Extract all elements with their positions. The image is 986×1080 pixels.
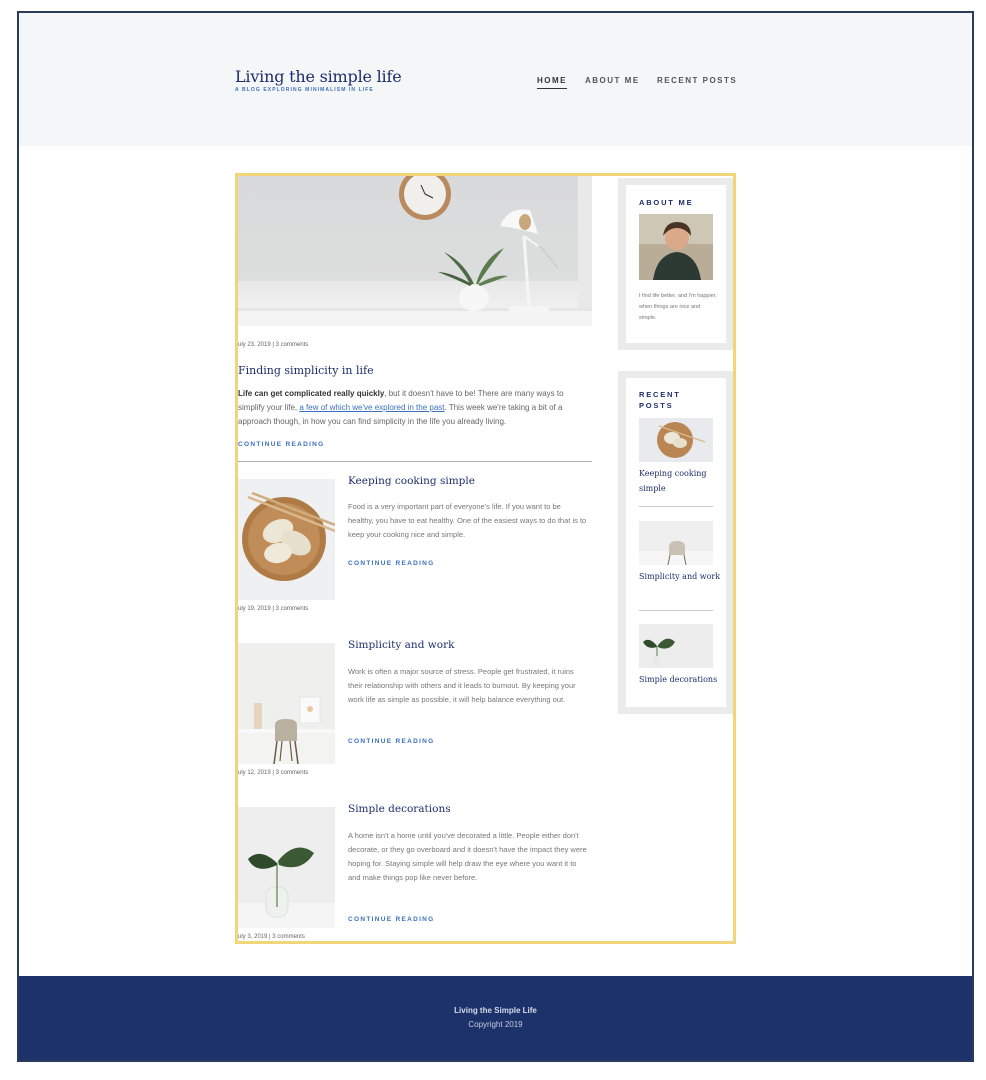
site-title[interactable]: Living the simple life [235, 67, 402, 86]
sidebar-about-text: I find life better, and I'm happier, whe… [639, 293, 717, 321]
footer-copyright: Copyright 2019 [468, 1020, 523, 1029]
featured-excerpt-link[interactable]: a few of which we've explored in the pas… [299, 403, 444, 412]
main-content: uly 23, 2019 | 3 comments Finding simpli… [235, 173, 736, 944]
sidebar-recent-card: RECENT POSTS Keeping cooking simple Simp… [626, 378, 726, 707]
desk-lamp-plant-illustration [238, 176, 592, 326]
post-excerpt-decorations: A home isn't a home until you've decorat… [348, 831, 587, 882]
recent-post-thumb-work[interactable] [639, 521, 713, 565]
featured-post-excerpt: Life can get complicated really quickly,… [238, 387, 588, 429]
plant-vase-illustration [238, 847, 335, 928]
post-excerpt-work: Work is often a major source of stress. … [348, 667, 576, 704]
sidebar-about-widget: ABOUT ME I find life better, and I'm hap… [618, 178, 733, 350]
featured-continue-reading[interactable]: CONTINUE READING [238, 441, 325, 448]
recent-post-thumb-decorations[interactable] [639, 624, 713, 668]
nav-home[interactable]: HOME [537, 76, 567, 89]
recent-post-link-cooking[interactable]: Keeping cooking simple [639, 466, 721, 496]
site-footer: Living the Simple Life Copyright 2019 [19, 976, 972, 1060]
page-frame: Living the simple life A BLOG EXPLORING … [17, 11, 974, 1062]
chair-icon [639, 541, 713, 565]
sidebar-recent-heading: RECENT POSTS [639, 390, 681, 410]
post-thumbnail-work[interactable] [238, 643, 335, 764]
recent-separator [639, 506, 713, 507]
site-tagline: A BLOG EXPLORING MINIMALISM IN LIFE [235, 87, 374, 93]
featured-excerpt-bold: Life can get complicated really quickly [238, 389, 385, 398]
featured-post-meta: uly 23, 2019 | 3 comments [238, 342, 309, 348]
post-meta-decorations: uly 3, 2019 | 3 comments [238, 934, 305, 940]
post-title-work[interactable]: Simplicity and work [348, 639, 454, 651]
featured-post-image[interactable] [238, 176, 592, 326]
dumplings-illustration [242, 491, 335, 581]
dumplings-icon [657, 422, 706, 458]
post-continue-cooking[interactable]: CONTINUE READING [348, 560, 435, 567]
sidebar-about-heading: ABOUT ME [639, 198, 694, 207]
post-meta-work: uly 12, 2019 | 3 comments [238, 770, 309, 776]
featured-post-title[interactable]: Finding simplicity in life [238, 364, 374, 377]
plant-icon [643, 638, 675, 666]
person-photo-illustration [639, 214, 713, 280]
recent-post-link-decorations[interactable]: Simple decorations [639, 672, 721, 687]
post-continue-decorations[interactable]: CONTINUE READING [348, 916, 435, 923]
post-title-cooking[interactable]: Keeping cooking simple [348, 475, 475, 487]
recent-separator [639, 610, 713, 611]
post-thumbnail-cooking[interactable] [238, 479, 335, 600]
sidebar-recent-widget: RECENT POSTS Keeping cooking simple Simp… [618, 371, 733, 714]
post-continue-work[interactable]: CONTINUE READING [348, 738, 435, 745]
post-title-decorations[interactable]: Simple decorations [348, 803, 451, 815]
post-thumbnail-decorations[interactable] [238, 807, 335, 928]
site-header: Living the simple life A BLOG EXPLORING … [19, 13, 972, 146]
footer-title: Living the Simple Life [454, 1006, 537, 1015]
post-excerpt-cooking: Food is a very important part of everyon… [348, 502, 587, 539]
nav-recent-posts[interactable]: RECENT POSTS [657, 76, 737, 85]
post-meta-cooking: uly 19, 2019 | 3 comments [238, 606, 309, 612]
about-avatar [639, 214, 713, 280]
chair-desk-illustration [238, 696, 335, 764]
sidebar-about-card: ABOUT ME I find life better, and I'm hap… [626, 185, 726, 343]
recent-post-link-work[interactable]: Simplicity and work [639, 569, 721, 584]
nav-about-me[interactable]: ABOUT ME [585, 76, 640, 85]
featured-divider [238, 461, 592, 462]
recent-post-thumb-cooking[interactable] [639, 418, 713, 462]
